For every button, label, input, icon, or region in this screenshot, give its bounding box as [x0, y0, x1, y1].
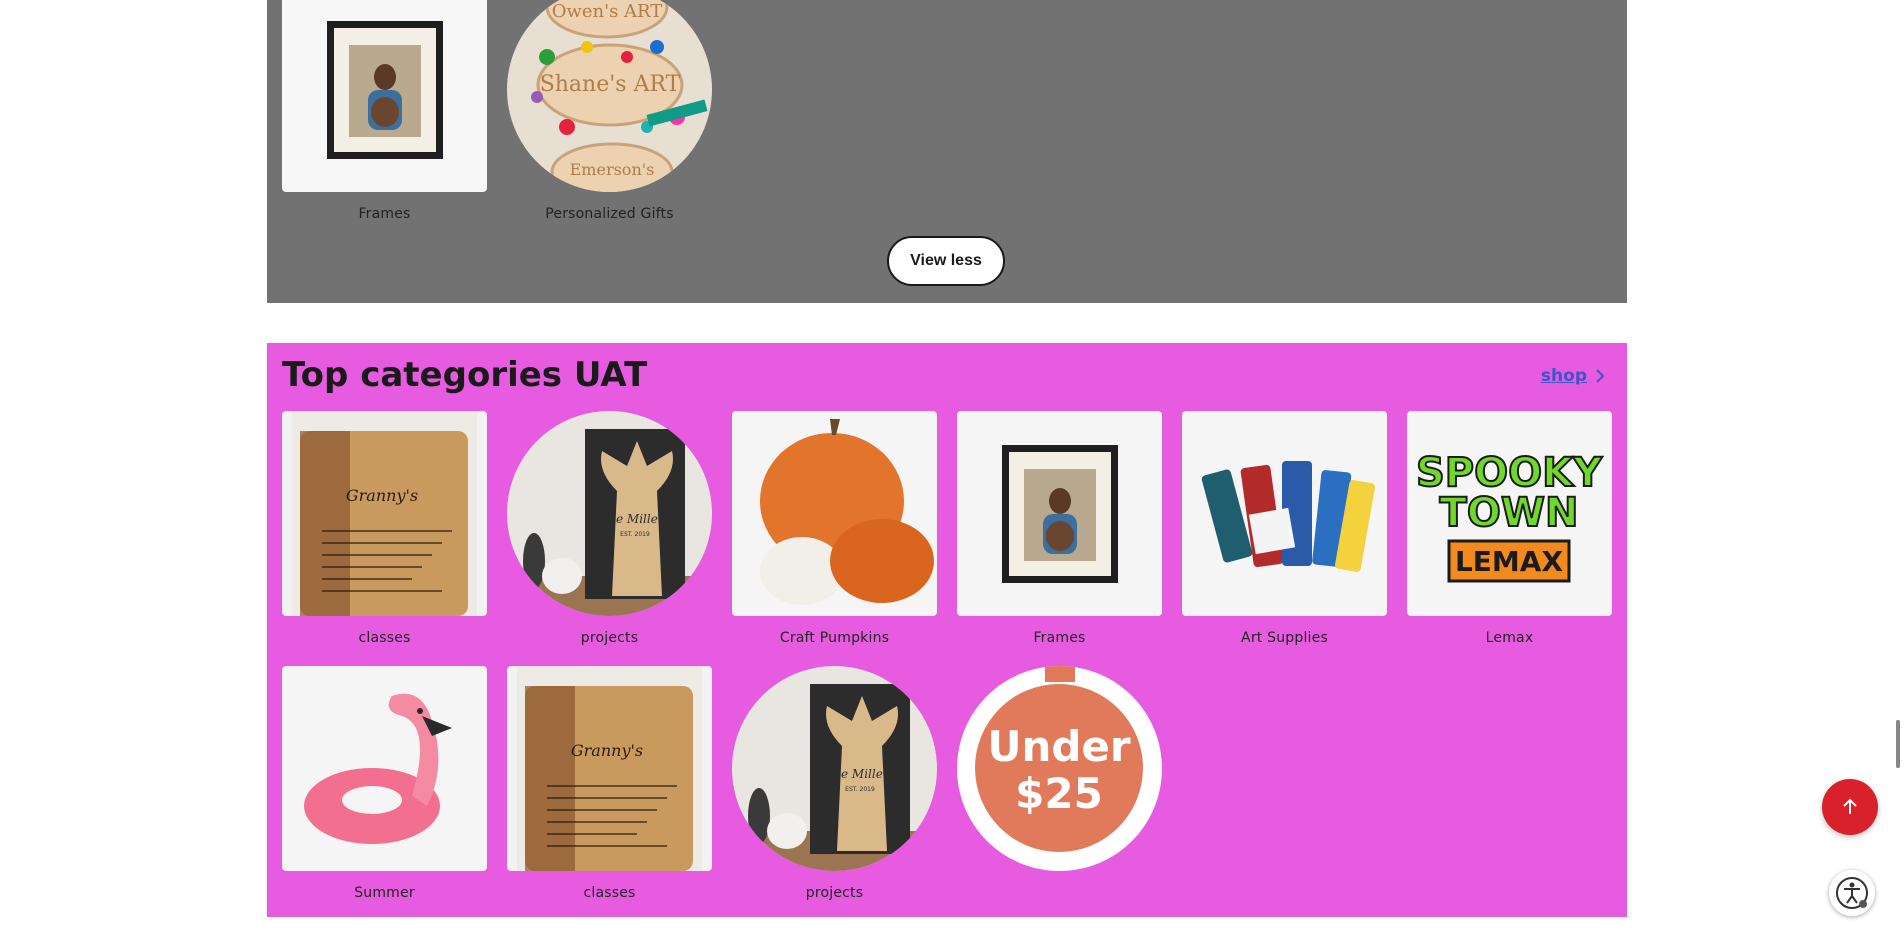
tile-label: Summer	[354, 885, 415, 901]
tile-label: projects	[580, 630, 639, 646]
flamingo-float-image[interactable]	[282, 666, 487, 871]
page-scrollbar-track[interactable]	[1894, 0, 1904, 933]
category-tile-projects[interactable]: The Millers EST. 2019 projects	[507, 411, 712, 646]
page-scrollbar-thumb[interactable]	[1896, 720, 1900, 768]
accessibility-icon	[1836, 877, 1868, 909]
sign-name-text: The Millers	[825, 767, 894, 781]
cutting-board-image[interactable]: Granny's	[282, 411, 487, 616]
price-text: $25	[1015, 769, 1103, 818]
category-tile-classes[interactable]: Granny's classes	[507, 666, 712, 901]
frame-image[interactable]	[957, 411, 1162, 616]
category-tile-classes[interactable]: Granny's classes	[282, 411, 487, 646]
category-tile-summer[interactable]: Summer	[282, 666, 487, 901]
tree-sign-image[interactable]: The Millers EST. 2019	[732, 666, 937, 871]
tile-label: Frames	[358, 206, 411, 222]
sign-est-text: EST. 2019	[845, 786, 875, 793]
tile-label: Lemax	[1485, 630, 1534, 646]
tree-sign-image[interactable]: The Millers EST. 2019	[507, 411, 712, 616]
board-text: Granny's	[346, 486, 418, 505]
category-tile-frames[interactable]: Frames	[282, 0, 487, 222]
top-categories-section: Top categories UAT shop Granny's classes	[267, 343, 1627, 917]
category-tile-art-supplies[interactable]: Art Supplies	[1182, 411, 1387, 646]
back-to-top-button[interactable]	[1822, 779, 1878, 835]
tile-label: classes	[358, 630, 411, 646]
category-tile-lemax[interactable]: SPOOKY TOWN LEMAX Lemax	[1407, 411, 1612, 646]
tile-label: classes	[583, 885, 636, 901]
section-title: Top categories UAT	[282, 355, 648, 395]
ornament-text: Emerson's	[570, 160, 655, 179]
category-tile-personalized-gifts[interactable]: Owen's ART Shane's ART Emerson's Persona…	[507, 0, 712, 222]
category-tile-frames[interactable]: Frames	[957, 411, 1162, 646]
upper-categories-section: Frames Owen's ART Shane's ART Emerson's …	[267, 0, 1627, 303]
cutting-board-image[interactable]: Granny's	[507, 666, 712, 871]
tile-label: Personalized Gifts	[545, 206, 674, 222]
tile-label: projects	[805, 885, 864, 901]
under-25-badge-image[interactable]: Under $25	[957, 666, 1162, 871]
frame-image[interactable]	[282, 0, 487, 192]
sign-name-text: The Millers	[600, 512, 669, 526]
lemax-logo-image[interactable]: SPOOKY TOWN LEMAX	[1407, 411, 1612, 616]
category-tile-projects[interactable]: The Millers EST. 2019 projects	[732, 666, 937, 901]
tile-label: Frames	[1033, 630, 1086, 646]
paint-tubes-image[interactable]	[1182, 411, 1387, 616]
arrow-up-icon	[1843, 798, 1857, 814]
lemax-text: LEMAX	[1455, 545, 1564, 578]
personalized-gifts-image[interactable]: Owen's ART Shane's ART Emerson's	[507, 0, 712, 192]
accessibility-button[interactable]	[1829, 870, 1875, 916]
under-text: Under	[987, 722, 1131, 771]
view-less-button[interactable]: View less	[887, 236, 1005, 286]
tile-label: Craft Pumpkins	[779, 630, 890, 646]
category-tile-under-25[interactable]: Under $25	[957, 666, 1162, 885]
ornament-text: Owen's ART	[552, 1, 663, 22]
board-text: Granny's	[571, 741, 643, 760]
category-tile-craft-pumpkins[interactable]: Craft Pumpkins	[732, 411, 937, 646]
chevron-right-icon	[1596, 369, 1605, 383]
tile-label: Art Supplies	[1241, 630, 1328, 646]
shop-link-label: shop	[1540, 366, 1587, 386]
pumpkins-image[interactable]	[732, 411, 937, 616]
town-text: TOWN	[1440, 490, 1579, 536]
sign-est-text: EST. 2019	[620, 531, 650, 538]
ornament-text: Shane's ART	[540, 72, 681, 97]
shop-link[interactable]: shop	[1541, 366, 1607, 386]
